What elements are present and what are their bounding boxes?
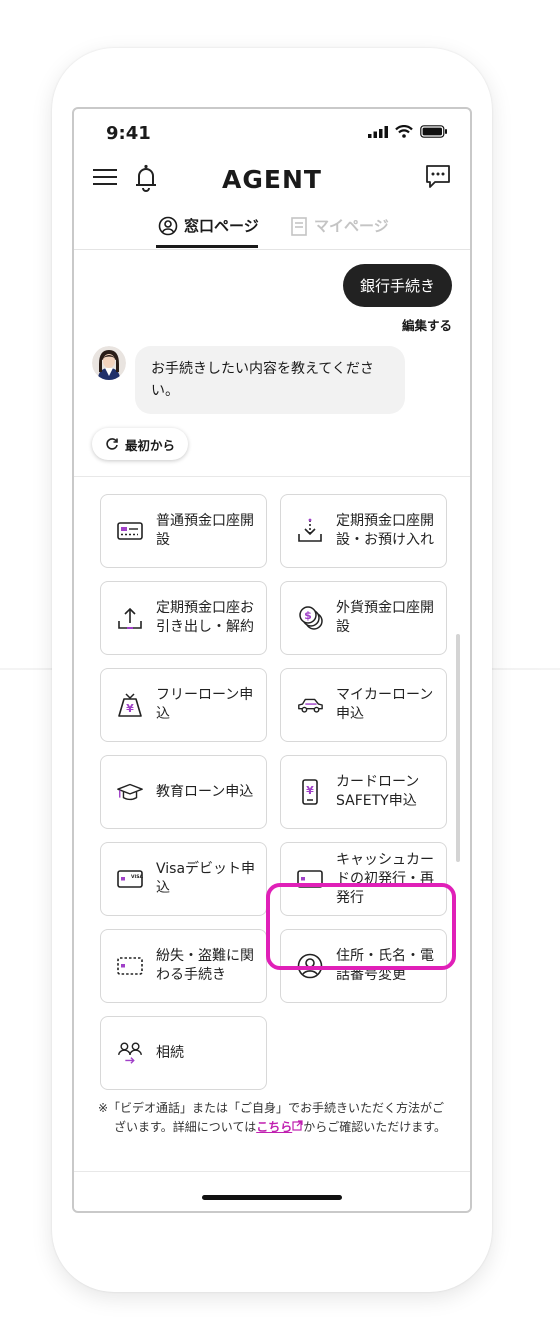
menu-item-label: フリーローン申込: [156, 687, 254, 722]
highlight-outline: [266, 883, 456, 970]
menu-item-label: 定期預金口座開設・お預け入れ: [336, 513, 434, 548]
page-tabs: 窓口ページ マイページ: [74, 209, 470, 250]
phone-yen-icon: ¥: [296, 778, 324, 806]
status-bar: 9:41: [74, 109, 470, 159]
chat-content: 銀行手続き 編集する お手続きしたい内容を教えてください。 最初から 普通預金口…: [74, 250, 470, 1210]
menu-item-lost-stolen[interactable]: 紛失・盗難に関わる手続き: [100, 929, 267, 1003]
content-divider: [74, 476, 470, 477]
scrollbar[interactable]: [456, 634, 460, 862]
app-logo: AGENT: [222, 165, 322, 194]
graduation-cap-icon: [116, 778, 144, 806]
svg-text:¥: ¥: [306, 784, 314, 797]
visa-card-icon: VISA: [116, 865, 144, 893]
menu-item-inheritance[interactable]: 相続: [100, 1016, 267, 1090]
menu-item-foreign-currency[interactable]: $ 外貨預金口座開設: [280, 581, 447, 655]
svg-text:VISA: VISA: [131, 874, 143, 880]
agent-avatar: [92, 346, 126, 380]
lost-card-icon: [116, 952, 144, 980]
note-link[interactable]: こちら: [256, 1120, 303, 1134]
wifi-icon: [395, 125, 413, 138]
home-indicator[interactable]: [202, 1195, 342, 1200]
note-suffix: からご確認いただけます。: [303, 1120, 447, 1134]
refresh-icon: [106, 438, 118, 450]
bank-card-icon: [116, 517, 144, 545]
menu-item-savings-account[interactable]: 普通預金口座開設: [100, 494, 267, 568]
video-call-note: ※「ビデオ通話」または「ご自身」でお手続きいただく方法がございます。詳細について…: [98, 1099, 450, 1137]
chat-icon[interactable]: [424, 163, 452, 191]
menu-item-free-loan[interactable]: ¥ フリーローン申込: [100, 668, 267, 742]
user-message-bubble: 銀行手続き: [342, 264, 452, 307]
money-bag-icon: ¥: [116, 691, 144, 719]
menu-item-education-loan[interactable]: 教育ローン申込: [100, 755, 267, 829]
menu-item-label: 普通預金口座開設: [156, 513, 254, 548]
tab-active-indicator: [156, 245, 258, 248]
menu-item-label: 教育ローン申込: [156, 783, 254, 800]
status-time: 9:41: [106, 123, 151, 144]
restart-button[interactable]: 最初から: [92, 428, 189, 460]
menu-item-label: 定期預金口座お引き出し・解約: [156, 600, 254, 635]
external-link-icon: [292, 1120, 303, 1131]
menu-item-label: 外貨預金口座開設: [336, 600, 434, 635]
app-header: AGENT: [74, 159, 470, 203]
menu-item-visa-debit[interactable]: VISA Visaデビット申込: [100, 842, 267, 916]
bottom-divider: [74, 1171, 470, 1172]
tab-window-page[interactable]: 窓口ページ: [158, 215, 259, 236]
coins-icon: $: [296, 604, 324, 632]
upload-icon: [116, 604, 144, 632]
edit-link[interactable]: 編集する: [402, 315, 452, 334]
tab-window-page-label: 窓口ページ: [184, 217, 259, 235]
status-icons: [368, 125, 448, 138]
menu-item-car-loan[interactable]: マイカーローン申込: [280, 668, 447, 742]
battery-icon: [420, 125, 447, 138]
signal-icon: [368, 125, 388, 138]
bot-message-bubble: お手続きしたい内容を教えてください。: [135, 346, 405, 414]
menu-item-label: 紛失・盗難に関わる手続き: [156, 948, 254, 983]
restart-label: 最初から: [125, 437, 176, 453]
download-icon: [296, 517, 324, 545]
tab-my-page[interactable]: マイページ: [290, 215, 389, 236]
menu-item-time-deposit-withdraw[interactable]: 定期預金口座お引き出し・解約: [100, 581, 267, 655]
menu-item-label: カードローンSAFETY申込: [336, 774, 420, 809]
menu-item-card-loan-safety[interactable]: ¥ カードローンSAFETY申込: [280, 755, 447, 829]
inheritance-icon: [116, 1039, 144, 1067]
menu-item-label: マイカーローン申込: [336, 687, 434, 722]
menu-item-label: Visaデビット申込: [156, 861, 256, 896]
car-icon: [296, 691, 324, 719]
tab-my-page-label: マイページ: [314, 217, 389, 235]
phone-screen: 9:41 AGENT 窓口ページ マイページ 銀行手続き 編集する お手続きした…: [72, 107, 472, 1213]
menu-item-time-deposit-open[interactable]: 定期預金口座開設・お預け入れ: [280, 494, 447, 568]
svg-text:¥: ¥: [126, 702, 134, 715]
menu-item-label: 相続: [156, 1044, 184, 1061]
svg-text:$: $: [304, 609, 312, 622]
user-circle-icon: [158, 216, 178, 235]
building-icon: [291, 216, 307, 236]
